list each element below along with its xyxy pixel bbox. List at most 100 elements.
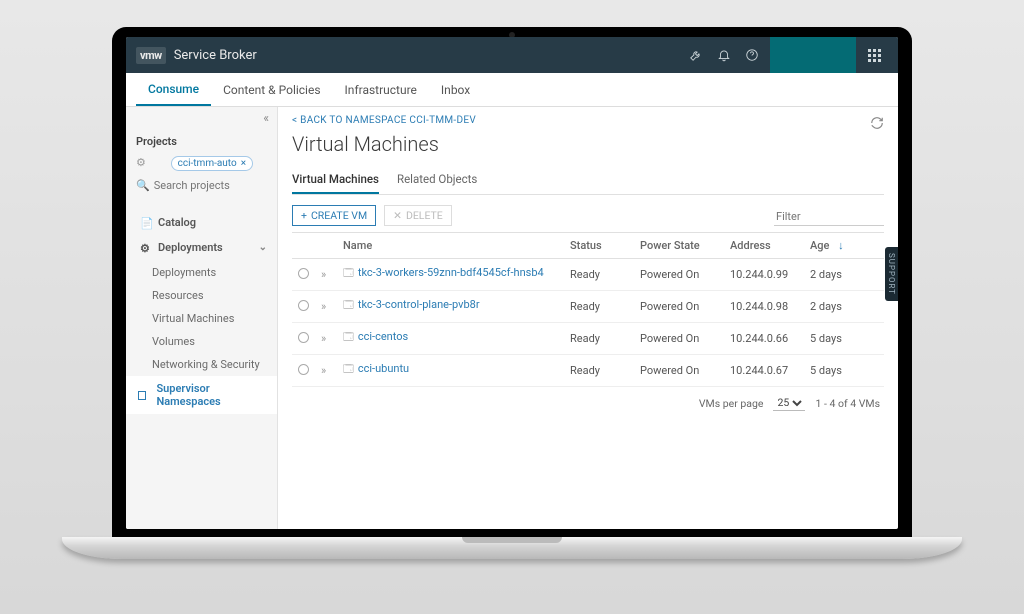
project-pill-label: cci-tmm-auto — [178, 158, 237, 169]
tab-virtual-machines[interactable]: Virtual Machines — [292, 166, 379, 194]
sidebar-item-supervisor-namespaces[interactable]: Supervisor Namespaces — [126, 376, 277, 414]
cell-power: Powered On — [634, 291, 724, 323]
catalog-icon: 📄 — [140, 217, 152, 229]
user-account-area[interactable] — [770, 37, 856, 73]
sidebar-sub-volumes[interactable]: Volumes — [126, 330, 277, 353]
vm-icon: 🗔 — [343, 332, 354, 343]
cell-address: 10.244.0.99 — [724, 259, 804, 291]
sidebar-collapse-icon[interactable]: « — [126, 107, 277, 129]
cell-status: Ready — [564, 259, 634, 291]
row-select-radio[interactable] — [298, 300, 309, 311]
cell-age: 2 days — [804, 259, 884, 291]
content-tabs: Virtual Machines Related Objects — [292, 166, 884, 195]
cell-status: Ready — [564, 355, 634, 387]
refresh-icon[interactable] — [870, 115, 884, 134]
vm-name-link[interactable]: cci-centos — [358, 330, 408, 343]
col-name[interactable]: Name — [337, 233, 564, 259]
nav-infrastructure[interactable]: Infrastructure — [333, 73, 429, 106]
vm-name-link[interactable]: tkc-3-workers-59znn-bdf4545cf-hnsb4 — [358, 266, 544, 279]
cell-age: 5 days — [804, 355, 884, 387]
wrench-icon[interactable] — [682, 41, 710, 69]
projects-heading: Projects — [126, 129, 277, 152]
page-title: Virtual Machines — [292, 132, 884, 156]
main-content: < BACK TO NAMESPACE CCI-TMM-DEV Virtual … — [278, 107, 898, 529]
sidebar: « Projects ⚙ cci-tmm-auto × 🔍 — [126, 107, 278, 529]
tab-related-objects[interactable]: Related Objects — [397, 166, 477, 194]
brand-title: Service Broker — [174, 48, 257, 63]
cell-age: 2 days — [804, 291, 884, 323]
expand-icon[interactable]: » — [321, 332, 324, 345]
col-power[interactable]: Power State — [634, 233, 724, 259]
delete-label: DELETE — [406, 209, 443, 222]
per-page-label: VMs per page — [699, 397, 764, 410]
cell-address: 10.244.0.67 — [724, 355, 804, 387]
cell-address: 10.244.0.98 — [724, 291, 804, 323]
cell-power: Powered On — [634, 323, 724, 355]
x-icon: ✕ — [393, 209, 402, 222]
bell-icon[interactable] — [710, 41, 738, 69]
delete-button: ✕ DELETE — [384, 205, 452, 226]
namespace-icon — [138, 391, 146, 400]
brand-logo: vmw — [136, 47, 166, 64]
cell-power: Powered On — [634, 259, 724, 291]
cell-status: Ready — [564, 291, 634, 323]
table-row: » 🗔 tkc-3-workers-59znn-bdf4545cf-hnsb4 Rea… — [292, 259, 884, 291]
create-vm-label: CREATE VM — [311, 209, 367, 222]
vm-icon: 🗔 — [343, 268, 354, 279]
top-nav: Consume Content & Policies Infrastructur… — [126, 73, 898, 107]
cell-age: 5 days — [804, 323, 884, 355]
table-row: »🗔cci-centosReadyPowered On10.244.0.665 … — [292, 323, 884, 355]
sidebar-item-deployments[interactable]: ⚙ Deployments ⌄ — [126, 235, 277, 260]
search-projects[interactable]: 🔍 — [126, 177, 277, 200]
sidebar-sub-resources[interactable]: Resources — [126, 284, 277, 307]
vm-name-link[interactable]: cci-ubuntu — [358, 362, 409, 375]
col-age-label: Age — [810, 239, 829, 252]
vm-icon: 🗔 — [343, 364, 354, 375]
support-tab[interactable]: SUPPORT — [885, 247, 898, 301]
vm-table: Name Status Power State Address Age ↓ » 🗔… — [292, 232, 884, 387]
project-pill-remove-icon[interactable]: × — [241, 158, 246, 169]
create-vm-button[interactable]: + CREATE VM — [292, 205, 376, 226]
table-row: » 🗔 cci-ubuntu ReadyPowered On10.244.0.675 … — [292, 355, 884, 387]
expand-icon[interactable]: » — [321, 364, 324, 377]
sidebar-sub-virtual-machines[interactable]: Virtual Machines — [126, 307, 277, 330]
deployments-icon: ⚙ — [140, 242, 152, 254]
per-page-select[interactable]: 25 — [773, 395, 805, 411]
sidebar-item-catalog[interactable]: 📄 Catalog — [126, 210, 277, 235]
cell-address: 10.244.0.66 — [724, 323, 804, 355]
col-address[interactable]: Address — [724, 233, 804, 259]
help-icon[interactable] — [738, 41, 766, 69]
nav-content-policies[interactable]: Content & Policies — [211, 73, 332, 106]
app-header: vmw Service Broker — [126, 37, 898, 73]
table-row: » 🗔 tkc-3-control-plane-pvb8r ReadyPowered … — [292, 291, 884, 323]
deployments-label: Deployments — [158, 241, 223, 254]
sidebar-sub-deployments[interactable]: Deployments — [126, 261, 277, 284]
row-select-radio[interactable] — [298, 268, 309, 279]
back-link[interactable]: < BACK TO NAMESPACE CCI-TMM-DEV — [292, 115, 884, 126]
vm-icon: 🗔 — [343, 300, 354, 311]
supervisor-label: Supervisor Namespaces — [156, 382, 267, 408]
sidebar-sub-networking[interactable]: Networking & Security — [126, 353, 277, 376]
pager: VMs per page 25 1 - 4 of 4 VMs — [292, 387, 884, 419]
pager-range: 1 - 4 of 4 VMs — [815, 397, 880, 410]
vm-name-link[interactable]: tkc-3-control-plane-pvb8r — [358, 298, 480, 311]
chevron-down-icon: ⌄ — [259, 242, 267, 253]
project-pill[interactable]: cci-tmm-auto × — [171, 156, 253, 171]
expand-icon[interactable]: » — [321, 300, 324, 313]
nav-consume[interactable]: Consume — [136, 73, 211, 106]
catalog-label: Catalog — [158, 216, 196, 229]
col-age[interactable]: Age ↓ — [804, 233, 884, 259]
col-status[interactable]: Status — [564, 233, 634, 259]
nav-inbox[interactable]: Inbox — [429, 73, 482, 106]
row-select-radio[interactable] — [298, 332, 309, 343]
search-icon: 🔍 — [136, 179, 150, 192]
sort-down-icon: ↓ — [838, 239, 844, 252]
row-select-radio[interactable] — [298, 364, 309, 375]
cell-power: Powered On — [634, 355, 724, 387]
expand-icon[interactable]: » — [321, 268, 324, 281]
search-projects-input[interactable] — [154, 179, 267, 192]
filter-input[interactable] — [774, 208, 884, 226]
plus-icon: + — [301, 209, 307, 222]
apps-grid-icon[interactable] — [860, 41, 888, 69]
project-icon: ⚙ — [136, 156, 146, 169]
